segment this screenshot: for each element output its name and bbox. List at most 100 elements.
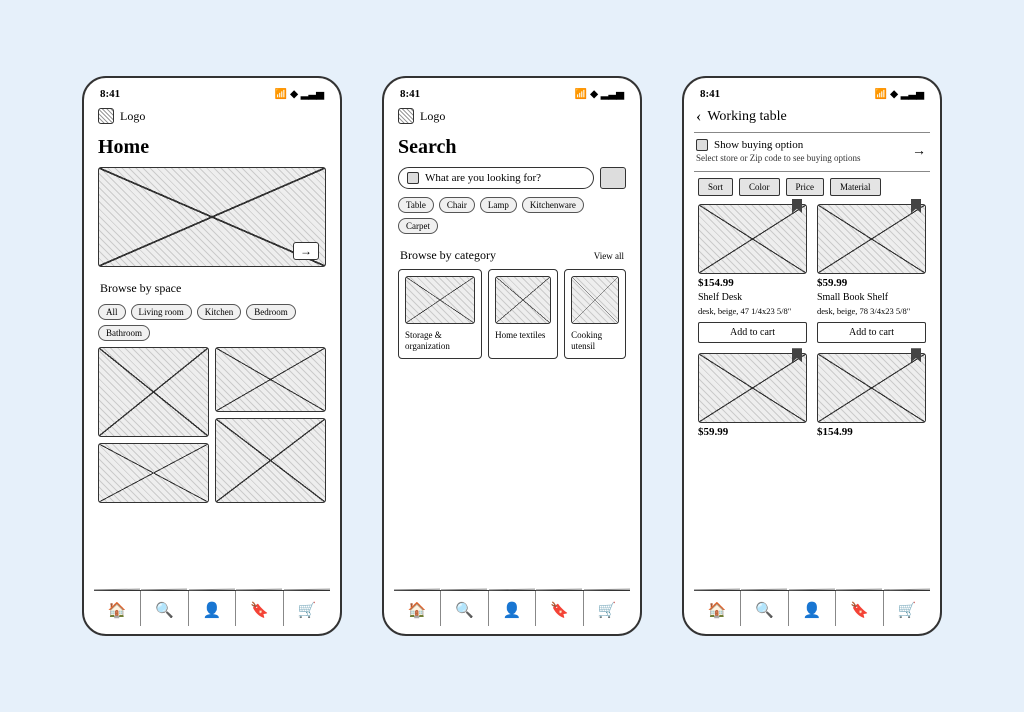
- search-content: What are you looking for? Table Chair La…: [394, 167, 630, 590]
- logo-icon: [98, 108, 114, 124]
- category-image: [405, 276, 475, 324]
- category-image: [495, 276, 551, 324]
- filter-color[interactable]: Color: [739, 178, 780, 196]
- chip-living-room[interactable]: Living room: [131, 304, 192, 320]
- tag-chip-row: Table Chair Lamp Kitchenware Carpet: [396, 195, 628, 240]
- product-card[interactable]: $154.99 Shelf Desk desk, beige, 47 1/4x2…: [698, 204, 807, 343]
- wifi-icon: ◆: [890, 89, 898, 100]
- hero-next-button[interactable]: →: [293, 242, 319, 260]
- tab-search[interactable]: 🔍: [441, 591, 488, 626]
- tab-profile[interactable]: 👤: [489, 591, 536, 626]
- status-icons: 📶 ◆ ▂▃▅: [575, 89, 624, 100]
- buying-option-title: Show buying option: [714, 139, 803, 151]
- product-card[interactable]: $59.99 Small Book Shelf desk, beige, 78 …: [817, 204, 926, 343]
- product-image: [698, 204, 807, 274]
- logo-icon: [398, 108, 414, 124]
- product-image: [698, 353, 807, 423]
- chip-carpet[interactable]: Carpet: [398, 218, 438, 234]
- status-time: 8:41: [700, 88, 720, 100]
- tab-home[interactable]: 🏠: [94, 591, 141, 626]
- bookmark-icon[interactable]: [792, 348, 802, 362]
- product-name: Small Book Shelf: [817, 292, 926, 303]
- category-card[interactable]: Home textiles: [488, 269, 558, 359]
- space-tile[interactable]: [215, 347, 326, 412]
- tab-home[interactable]: 🏠: [694, 591, 741, 626]
- page-title: Home: [94, 130, 330, 167]
- status-bar: 8:41 📶 ◆ ▂▃▅: [694, 88, 930, 104]
- search-icon: [407, 172, 419, 184]
- category-label: Home textiles: [495, 330, 551, 341]
- product-price: $154.99: [698, 277, 807, 289]
- chip-kitchen[interactable]: Kitchen: [197, 304, 242, 320]
- status-icons: 📶 ◆ ▂▃▅: [275, 89, 324, 100]
- logo-label: Logo: [420, 109, 445, 124]
- filter-material[interactable]: Material: [830, 178, 881, 196]
- tab-home[interactable]: 🏠: [394, 591, 441, 626]
- view-all-link[interactable]: View all: [594, 251, 624, 261]
- store-icon: [696, 139, 708, 151]
- phone-results: 8:41 📶 ◆ ▂▃▅ ‹ Working table Show buying…: [682, 76, 942, 636]
- filter-price[interactable]: Price: [786, 178, 825, 196]
- search-placeholder: What are you looking for?: [425, 172, 541, 184]
- chip-chair[interactable]: Chair: [439, 197, 475, 213]
- product-image: [817, 353, 926, 423]
- tab-bookmarks[interactable]: 🔖: [836, 591, 883, 626]
- chip-lamp[interactable]: Lamp: [480, 197, 517, 213]
- battery-icon: ▂▃▅: [901, 89, 924, 100]
- browse-space-label: Browse by space: [96, 273, 328, 302]
- category-image: [571, 276, 619, 324]
- tabbar: 🏠 🔍 👤 🔖 🛒: [394, 590, 630, 626]
- space-tile[interactable]: [98, 347, 209, 437]
- chip-all[interactable]: All: [98, 304, 126, 320]
- status-bar: 8:41 📶 ◆ ▂▃▅: [394, 88, 630, 104]
- add-to-cart-button[interactable]: Add to cart: [698, 322, 807, 343]
- tab-cart[interactable]: 🛒: [284, 591, 330, 626]
- back-icon[interactable]: ‹: [696, 108, 701, 126]
- chip-bathroom[interactable]: Bathroom: [98, 325, 150, 341]
- phone-search: 8:41 📶 ◆ ▂▃▅ Logo Search What are you lo…: [382, 76, 642, 636]
- tab-cart[interactable]: 🛒: [884, 591, 930, 626]
- chip-kitchenware[interactable]: Kitchenware: [522, 197, 584, 213]
- scan-button[interactable]: [600, 167, 626, 189]
- signal-icon: 📶: [575, 89, 587, 100]
- bookmark-icon[interactable]: [911, 348, 921, 362]
- space-tile[interactable]: [98, 443, 209, 503]
- category-row[interactable]: Storage & organization Home textiles Coo…: [396, 269, 628, 359]
- tab-bookmarks[interactable]: 🔖: [536, 591, 583, 626]
- page-title: Working table: [707, 109, 786, 125]
- product-card[interactable]: $154.99: [817, 353, 926, 438]
- wifi-icon: ◆: [590, 89, 598, 100]
- signal-icon: 📶: [875, 89, 887, 100]
- hero-image[interactable]: →: [98, 167, 326, 267]
- page-title: Search: [394, 130, 630, 167]
- signal-icon: 📶: [275, 89, 287, 100]
- status-time: 8:41: [400, 88, 420, 100]
- logo-row: Logo: [394, 104, 630, 130]
- chip-bedroom[interactable]: Bedroom: [246, 304, 296, 320]
- search-input[interactable]: What are you looking for?: [398, 167, 594, 189]
- product-meta: desk, beige, 78 3/4x23 5/8": [817, 306, 926, 316]
- buying-option-subtitle: Select store or Zip code to see buying o…: [696, 153, 928, 163]
- tab-search[interactable]: 🔍: [141, 591, 188, 626]
- category-card[interactable]: Storage & organization: [398, 269, 482, 359]
- tab-profile[interactable]: 👤: [789, 591, 836, 626]
- tab-profile[interactable]: 👤: [189, 591, 236, 626]
- bookmark-icon[interactable]: [792, 199, 802, 213]
- tab-search[interactable]: 🔍: [741, 591, 788, 626]
- product-card[interactable]: $59.99: [698, 353, 807, 438]
- status-bar: 8:41 📶 ◆ ▂▃▅: [94, 88, 330, 104]
- category-card[interactable]: Cooking utensil: [564, 269, 626, 359]
- battery-icon: ▂▃▅: [601, 89, 624, 100]
- product-price: $59.99: [817, 277, 926, 289]
- tab-bookmarks[interactable]: 🔖: [236, 591, 283, 626]
- filter-sort[interactable]: Sort: [698, 178, 733, 196]
- space-grid: [96, 347, 328, 503]
- bookmark-icon[interactable]: [911, 199, 921, 213]
- tab-cart[interactable]: 🛒: [584, 591, 630, 626]
- space-tile[interactable]: [215, 418, 326, 503]
- search-bar: What are you looking for?: [398, 167, 626, 189]
- buying-option-banner[interactable]: Show buying option Select store or Zip c…: [694, 133, 930, 172]
- status-icons: 📶 ◆ ▂▃▅: [875, 89, 924, 100]
- add-to-cart-button[interactable]: Add to cart: [817, 322, 926, 343]
- chip-table[interactable]: Table: [398, 197, 434, 213]
